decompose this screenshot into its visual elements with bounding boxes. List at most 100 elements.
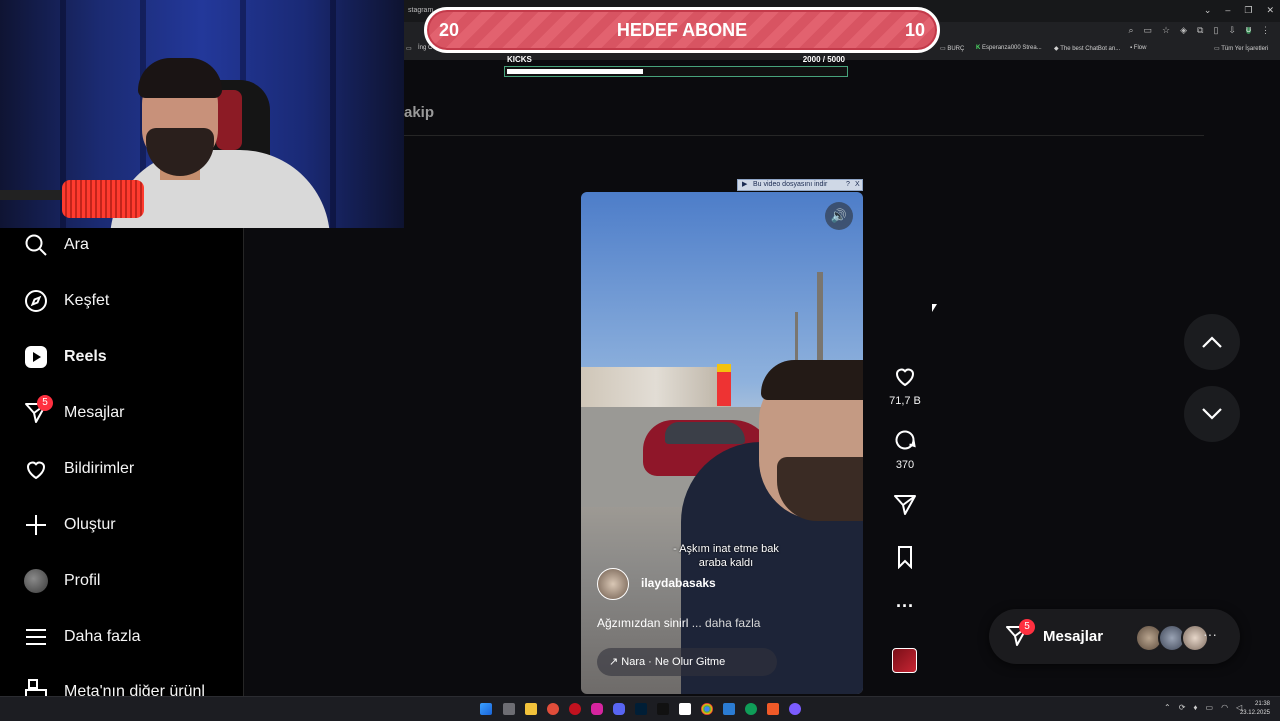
cast-icon[interactable]: ▭	[1143, 25, 1152, 36]
kicks-label: KICKS	[507, 55, 532, 64]
comment-button[interactable]: 370	[884, 428, 926, 471]
next-reel-button[interactable]	[1184, 386, 1240, 442]
file-explorer-icon[interactable]	[525, 703, 537, 715]
previous-reel-button[interactable]	[1184, 314, 1240, 370]
video-caption: - Aşkım inat etme bak araba kaldı	[641, 542, 811, 570]
subscriber-goal-banner: 20 HEDEF ABONE 10	[424, 7, 940, 53]
tiktok-icon[interactable]	[657, 703, 669, 715]
network-icon[interactable]: ▭	[1206, 703, 1214, 712]
compass-icon	[25, 290, 47, 312]
document-icon[interactable]	[723, 703, 735, 715]
share-button[interactable]	[884, 493, 926, 522]
sidebar-item-label: Bildirimler	[64, 460, 135, 477]
video-scene-sign	[717, 364, 731, 406]
music-chip[interactable]: ↗ Nara · Ne Olur Gitme	[597, 648, 777, 676]
sidebar-item-label: Meta'nın diğer ürünl	[64, 683, 205, 696]
app-icon[interactable]	[767, 703, 779, 715]
close-icon[interactable]: ✕	[1266, 5, 1274, 16]
bookmark-item[interactable]: K Esperanza000 Strea...	[976, 45, 1042, 51]
sidebar-item-label: Ara	[64, 236, 89, 253]
speaker-icon: 🔊	[830, 208, 848, 223]
chevron-down-icon	[1202, 408, 1222, 420]
heart-icon	[895, 368, 915, 387]
edge-icon[interactable]	[745, 703, 757, 715]
sidebar-icon[interactable]: ▯	[1213, 25, 1218, 36]
sync-icon[interactable]: ⟳	[1179, 703, 1186, 712]
sidebar-item-profile[interactable]: Profil	[24, 566, 100, 596]
more-link[interactable]: ... daha fazla	[692, 616, 761, 630]
extensions-puzzle-icon[interactable]: ⧉	[1197, 25, 1203, 36]
chevron-down-icon[interactable]: ⌄	[1204, 5, 1212, 16]
messages-pill[interactable]: 5 Mesajlar ···	[989, 609, 1240, 664]
bookmark-icon	[898, 546, 912, 570]
ig-sidebar: Ara Keşfet Reels 5 Mesajlar Bildirimler …	[0, 228, 244, 696]
sidebar-item-notifications[interactable]: Bildirimler	[24, 454, 134, 484]
search-icon	[25, 234, 47, 256]
author-avatar[interactable]	[597, 568, 629, 600]
chrome-icon[interactable]	[701, 703, 713, 715]
description-text: Ağzımızdan sinirl	[597, 616, 689, 630]
sidebar-item-meta[interactable]: Meta'nın diğer ürünl	[24, 678, 205, 696]
save-button[interactable]	[884, 545, 926, 574]
volume-button[interactable]: 🔊	[825, 202, 853, 230]
meta-icon	[25, 679, 47, 696]
app-icon[interactable]	[547, 703, 559, 715]
downloads-icon[interactable]: ⇩	[1228, 25, 1236, 36]
video-download-bar[interactable]: ▶ Bu video dosyasını indir ? X	[737, 179, 863, 191]
more-options-button[interactable]: ···	[884, 596, 926, 617]
extension-icon[interactable]: ◈	[1180, 25, 1187, 36]
close-button[interactable]: X	[855, 180, 860, 190]
x-icon[interactable]	[679, 703, 691, 715]
kicks-progress-fill	[507, 69, 643, 74]
sidebar-item-more[interactable]: Daha fazla	[24, 622, 141, 652]
microphone	[62, 180, 144, 218]
reel-video[interactable]: 🔊 - Aşkım inat etme bak araba kaldı ilay…	[581, 192, 863, 694]
audio-thumbnail[interactable]	[892, 648, 917, 673]
profile-avatar[interactable]: U	[1245, 24, 1251, 36]
app-icon[interactable]	[789, 703, 801, 715]
taskbar-clock[interactable]: 21:38 23.12.2025	[1240, 700, 1270, 718]
menu-icon	[26, 629, 46, 645]
bookmark-item[interactable]: ◆ The best ChatBot an...	[1054, 45, 1120, 52]
instagram-icon[interactable]	[591, 703, 603, 715]
sidebar-item-reels[interactable]: Reels	[24, 342, 107, 372]
like-button[interactable]: 71,7 B	[884, 364, 926, 407]
video-scene-hair	[761, 360, 863, 400]
bookmark-item[interactable]: ▪ Flow	[1130, 45, 1146, 51]
microphone-icon[interactable]: ♦	[1193, 703, 1197, 712]
address-bar-icons: ⌕ ▭ ☆ ◈ ⧉ ▯ ⇩ U ⋮	[1128, 24, 1270, 36]
download-label[interactable]: Bu video dosyasını indir	[753, 180, 827, 190]
restore-icon[interactable]: ❐	[1244, 5, 1252, 16]
reel-description: Ağzımızdan sinirl ... daha fazla	[597, 616, 760, 630]
sidebar-item-label: Keşfet	[64, 292, 110, 309]
chevron-up-icon[interactable]: ⌃	[1164, 703, 1171, 712]
play-icon: ▶	[742, 181, 748, 188]
sidebar-item-label: Profil	[64, 572, 101, 589]
reels-icon	[25, 346, 47, 368]
heart-icon	[26, 461, 46, 480]
discord-icon[interactable]	[613, 703, 625, 715]
sidebar-item-create[interactable]: Oluştur	[24, 510, 116, 540]
bookmark-item[interactable]: ▭ BURÇ	[940, 45, 964, 52]
bookmark-item[interactable]: ▭ Tüm Yer İşaretleri	[1214, 45, 1268, 52]
caption-line: araba kaldı	[698, 557, 754, 569]
photoshop-icon[interactable]	[635, 703, 647, 715]
sidebar-item-messages[interactable]: 5 Mesajlar	[24, 395, 124, 428]
help-button[interactable]: ?	[846, 180, 850, 190]
messages-label: Mesajlar	[1043, 628, 1104, 645]
wifi-icon[interactable]: ◠	[1221, 703, 1228, 712]
sidebar-item-search[interactable]: Ara	[24, 230, 89, 260]
zoom-icon[interactable]: ⌕	[1128, 25, 1133, 36]
sidebar-item-explore[interactable]: Keşfet	[24, 286, 109, 316]
mic-arm	[0, 190, 66, 200]
browser-menu-icon[interactable]: ⋮	[1261, 25, 1270, 36]
minimize-icon[interactable]: –	[1225, 5, 1230, 15]
opera-icon[interactable]	[569, 703, 581, 715]
start-icon[interactable]	[480, 703, 492, 715]
streamer-hair	[138, 58, 222, 98]
star-icon[interactable]: ☆	[1162, 25, 1170, 36]
feed-tab-following[interactable]: akip	[404, 104, 434, 121]
task-view-icon[interactable]	[503, 703, 515, 715]
author-username[interactable]: ilaydabasaks	[641, 576, 716, 590]
sidebar-item-label: Reels	[64, 348, 107, 365]
